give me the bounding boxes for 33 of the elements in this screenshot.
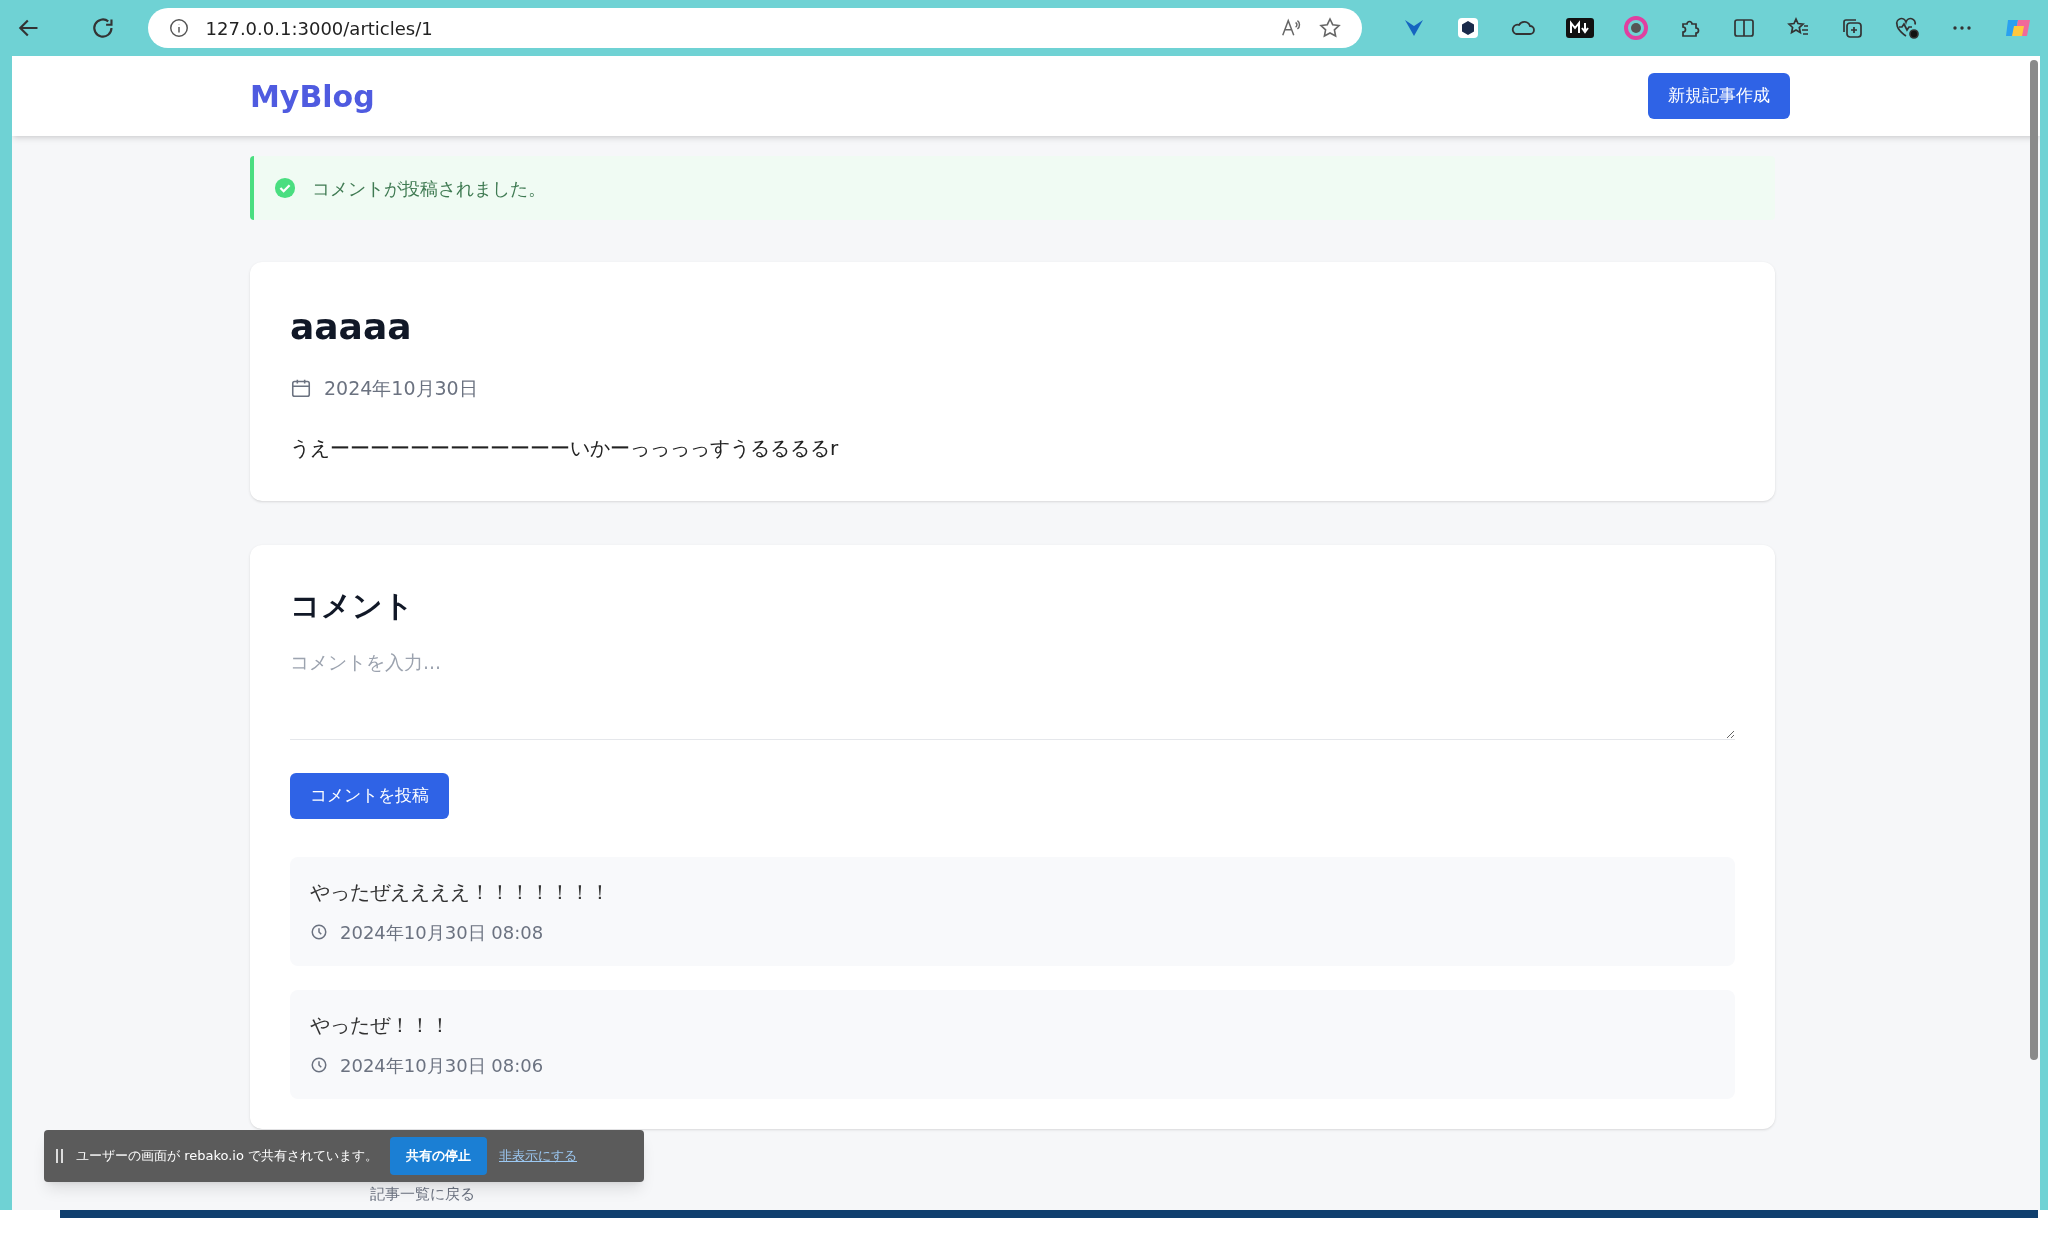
new-article-button[interactable]: 新規記事作成 [1648,73,1790,119]
extension-icon[interactable] [1456,16,1480,40]
info-icon [167,17,190,39]
heart-pulse-icon[interactable] [1894,16,1920,40]
scrollbar-thumb[interactable] [2030,60,2038,1060]
article-title: aaaaa [290,305,413,349]
stop-sharing-button[interactable]: 共有の停止 [390,1137,488,1175]
color-wheel-icon[interactable] [1624,16,1648,40]
alert-message: コメントが投稿されました。 [312,176,546,201]
share-message: ユーザーの画面が rebako.io で共有されています。 [76,1147,379,1166]
drag-handle-icon[interactable] [56,1149,64,1163]
clock-icon [310,923,328,941]
site-logo[interactable]: MyBlog [250,73,375,119]
markdown-icon[interactable] [1566,18,1594,38]
address-bar[interactable]: 127.0.0.1:3000/articles/1 [147,8,1362,48]
article-date: 2024年10月30日 [324,376,478,401]
check-circle-icon [274,177,296,199]
comment-text: やったぜ！！！ [310,1011,451,1039]
url-text: 127.0.0.1:3000/articles/1 [205,16,433,41]
clock-icon [310,1056,328,1074]
collections-icon[interactable] [1840,16,1864,40]
post-comment-button[interactable]: コメントを投稿 [290,772,449,819]
star-icon[interactable] [1318,16,1342,40]
comment-input-field[interactable]: コメントを入力... [290,647,1735,740]
split-screen-icon[interactable] [1732,16,1756,40]
comment-time: 2024年10月30日 08:08 [340,920,544,945]
comment-time: 2024年10月30日 08:06 [340,1053,544,1078]
calendar-icon [290,377,312,400]
back-link[interactable]: 記事一覧に戻る [370,1182,475,1205]
article-body: うえーーーーーーーーーーーーいかーっっっっすうるるるるr [290,434,840,462]
hide-link[interactable]: 非表示にする [499,1146,578,1166]
comments-heading: コメント [290,586,415,625]
comment-text: やったぜええええ！！！！！！！ [310,878,611,906]
